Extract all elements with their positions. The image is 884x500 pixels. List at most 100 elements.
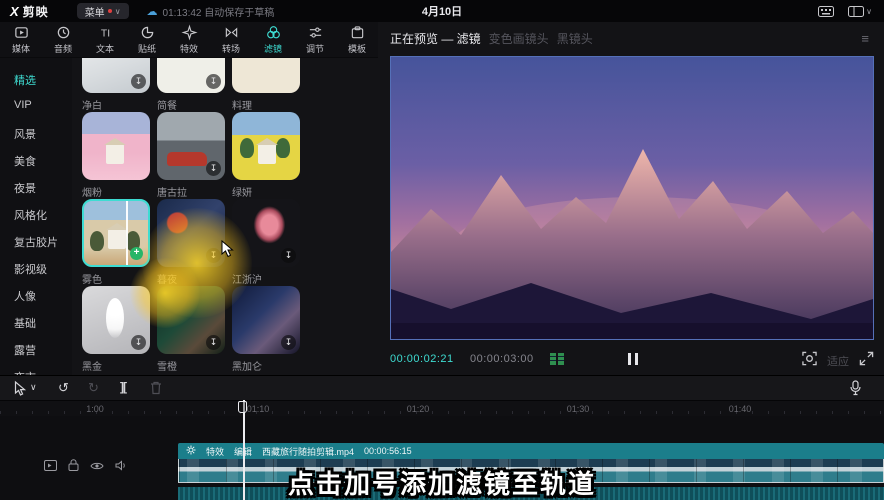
- download-icon[interactable]: ↧: [206, 335, 221, 350]
- sidebar-item-vip[interactable]: VIP: [14, 99, 32, 111]
- download-icon[interactable]: ↧: [131, 335, 146, 350]
- download-icon[interactable]: ↧: [131, 74, 146, 89]
- filter-card[interactable]: ↧ 净白: [82, 58, 150, 112]
- hide-track-eye-icon[interactable]: [90, 458, 104, 476]
- preview-quality-icon[interactable]: [802, 351, 817, 371]
- sidebar-item-food[interactable]: 美食: [14, 153, 36, 169]
- filter-thumbnail[interactable]: +: [82, 199, 150, 267]
- filter-card[interactable]: ↧ 雪橙: [157, 286, 225, 373]
- tab-filters[interactable]: 滤镜: [252, 22, 294, 57]
- download-icon[interactable]: ↧: [281, 335, 296, 350]
- playhead-handle[interactable]: [238, 401, 247, 413]
- level-meter-icon: [550, 353, 564, 365]
- download-icon[interactable]: ↧: [206, 74, 221, 89]
- filter-thumbnail[interactable]: ↧: [82, 58, 150, 93]
- tab-audio[interactable]: 音频: [42, 22, 84, 57]
- playhead[interactable]: [243, 400, 245, 500]
- cloud-icon: ☁: [147, 5, 158, 18]
- top-bar: X 剪映 菜单 ∨ ☁ 01:13:42 自动保存于草稿 4月10日 ∨: [0, 0, 884, 22]
- current-timecode: 00:00:02:21: [390, 353, 454, 365]
- filter-thumbnail[interactable]: [232, 112, 300, 180]
- cover-icon[interactable]: [44, 458, 57, 476]
- filter-name: 烟粉: [82, 184, 150, 199]
- filter-thumbnail[interactable]: ↧: [157, 112, 225, 180]
- sidebar-item-camping[interactable]: 露营: [14, 342, 36, 358]
- filter-thumbnail[interactable]: ↧: [157, 199, 225, 267]
- menu-label: 菜单: [85, 4, 105, 19]
- filter-thumbnail[interactable]: ↧: [232, 199, 300, 267]
- clip-effect-button[interactable]: 特效: [206, 445, 224, 458]
- tab-templates[interactable]: 模板: [336, 22, 378, 57]
- compare-slider-line[interactable]: [126, 201, 128, 265]
- filter-card[interactable]: ↧ 暮夜: [157, 199, 225, 286]
- tab-media[interactable]: 媒体: [0, 22, 42, 57]
- shortcut-keyboard-icon[interactable]: [818, 6, 834, 17]
- add-to-track-icon[interactable]: +: [130, 247, 143, 260]
- filter-card[interactable]: ↧ 简餐: [157, 58, 225, 112]
- filter-card[interactable]: ↧ 江浙沪: [232, 199, 300, 286]
- ruler-label: 01:20: [407, 404, 430, 414]
- app-window: X 剪映 菜单 ∨ ☁ 01:13:42 自动保存于草稿 4月10日 ∨: [0, 0, 884, 500]
- download-icon[interactable]: ↧: [206, 248, 221, 263]
- tab-effects[interactable]: 特效: [168, 22, 210, 57]
- lock-icon[interactable]: [68, 458, 79, 476]
- sidebar-item-cinematic[interactable]: 影视级: [14, 261, 47, 277]
- filter-card[interactable]: 烟粉: [82, 112, 150, 199]
- sidebar-item-featured[interactable]: 精选: [14, 72, 36, 88]
- download-icon[interactable]: ↧: [281, 248, 296, 263]
- total-duration: 00:00:03:00: [470, 353, 534, 365]
- tab-transitions[interactable]: 转场: [210, 22, 252, 57]
- filter-card[interactable]: ↧ 唐古拉: [157, 112, 225, 199]
- ruler-label: 01:10: [247, 404, 270, 414]
- filter-name: 净白: [82, 97, 150, 112]
- split-tool-icon[interactable]: ][: [120, 380, 126, 394]
- filter-card[interactable]: ↧ 黑金: [82, 286, 150, 373]
- filter-thumbnail[interactable]: [82, 112, 150, 180]
- sidebar-item-night[interactable]: 夜景: [14, 180, 36, 196]
- filter-card[interactable]: 料理: [232, 58, 300, 112]
- fullscreen-icon[interactable]: [859, 351, 874, 371]
- pause-button[interactable]: [628, 353, 640, 365]
- filter-thumbnail[interactable]: ↧: [232, 286, 300, 354]
- sidebar-item-scenery[interactable]: 风景: [14, 126, 36, 142]
- tab-adjust[interactable]: 调节: [294, 22, 336, 57]
- menu-button[interactable]: 菜单 ∨: [77, 3, 129, 19]
- preview-status-dim: 变色画镜头: [489, 30, 549, 47]
- fit-mode-label[interactable]: 适应: [827, 353, 849, 369]
- hamburger-menu-icon[interactable]: ≡: [861, 31, 870, 46]
- asset-tabbar: 媒体 音频 TI 文本 贴纸 特效 转场: [0, 22, 378, 58]
- undo-button[interactable]: ↺: [58, 380, 69, 396]
- chevron-down-icon: ∨: [115, 7, 121, 16]
- asset-panel: 媒体 音频 TI 文本 贴纸 特效 转场: [0, 22, 378, 375]
- sidebar-item-portrait[interactable]: 人像: [14, 288, 36, 304]
- filter-card-selected[interactable]: + 雾色: [82, 199, 150, 286]
- record-voiceover-icon[interactable]: [850, 380, 861, 399]
- ruler-label: 01:40: [729, 404, 752, 414]
- delete-button: [150, 381, 162, 398]
- sidebar-item-basic[interactable]: 基础: [14, 315, 36, 331]
- filter-card[interactable]: ↧ 黑加仑: [232, 286, 300, 373]
- filter-name: 雾色: [82, 271, 150, 286]
- filter-name: 江浙沪: [232, 271, 300, 286]
- timeline-ruler[interactable]: 1:00 01:10 01:20 01:30 01:40: [0, 400, 884, 416]
- sidebar-item-stylized[interactable]: 风格化: [14, 207, 47, 223]
- filter-thumbnail[interactable]: ↧: [82, 286, 150, 354]
- filter-thumbnail[interactable]: [232, 58, 300, 93]
- mute-speaker-icon[interactable]: [115, 458, 128, 476]
- video-viewport[interactable]: [390, 56, 874, 340]
- select-tool-icon[interactable]: [14, 381, 27, 399]
- filter-thumbnail[interactable]: ↧: [157, 286, 225, 354]
- project-title: 4月10日: [422, 3, 462, 19]
- layout-switch-icon[interactable]: ∨: [848, 6, 872, 17]
- tab-sticker[interactable]: 贴纸: [126, 22, 168, 57]
- filter-thumbnail[interactable]: ↧: [157, 58, 225, 93]
- preview-panel: 正在预览 — 滤镜 变色画镜头 黑镜头 ≡: [378, 22, 884, 375]
- tab-text[interactable]: TI 文本: [84, 22, 126, 57]
- filter-name: 黑加仑: [232, 358, 300, 373]
- gear-icon[interactable]: [186, 445, 196, 457]
- sidebar-item-retro-film[interactable]: 复古胶片: [14, 234, 58, 250]
- download-icon[interactable]: ↧: [206, 161, 221, 176]
- chevron-down-icon[interactable]: ∨: [30, 382, 37, 393]
- filter-card[interactable]: 绿妍: [232, 112, 300, 199]
- filter-category-sidebar: 精选 VIP 风景 美食 夜景 风格化 复古胶片 影视级 人像 基础 露营 夜市: [0, 58, 72, 375]
